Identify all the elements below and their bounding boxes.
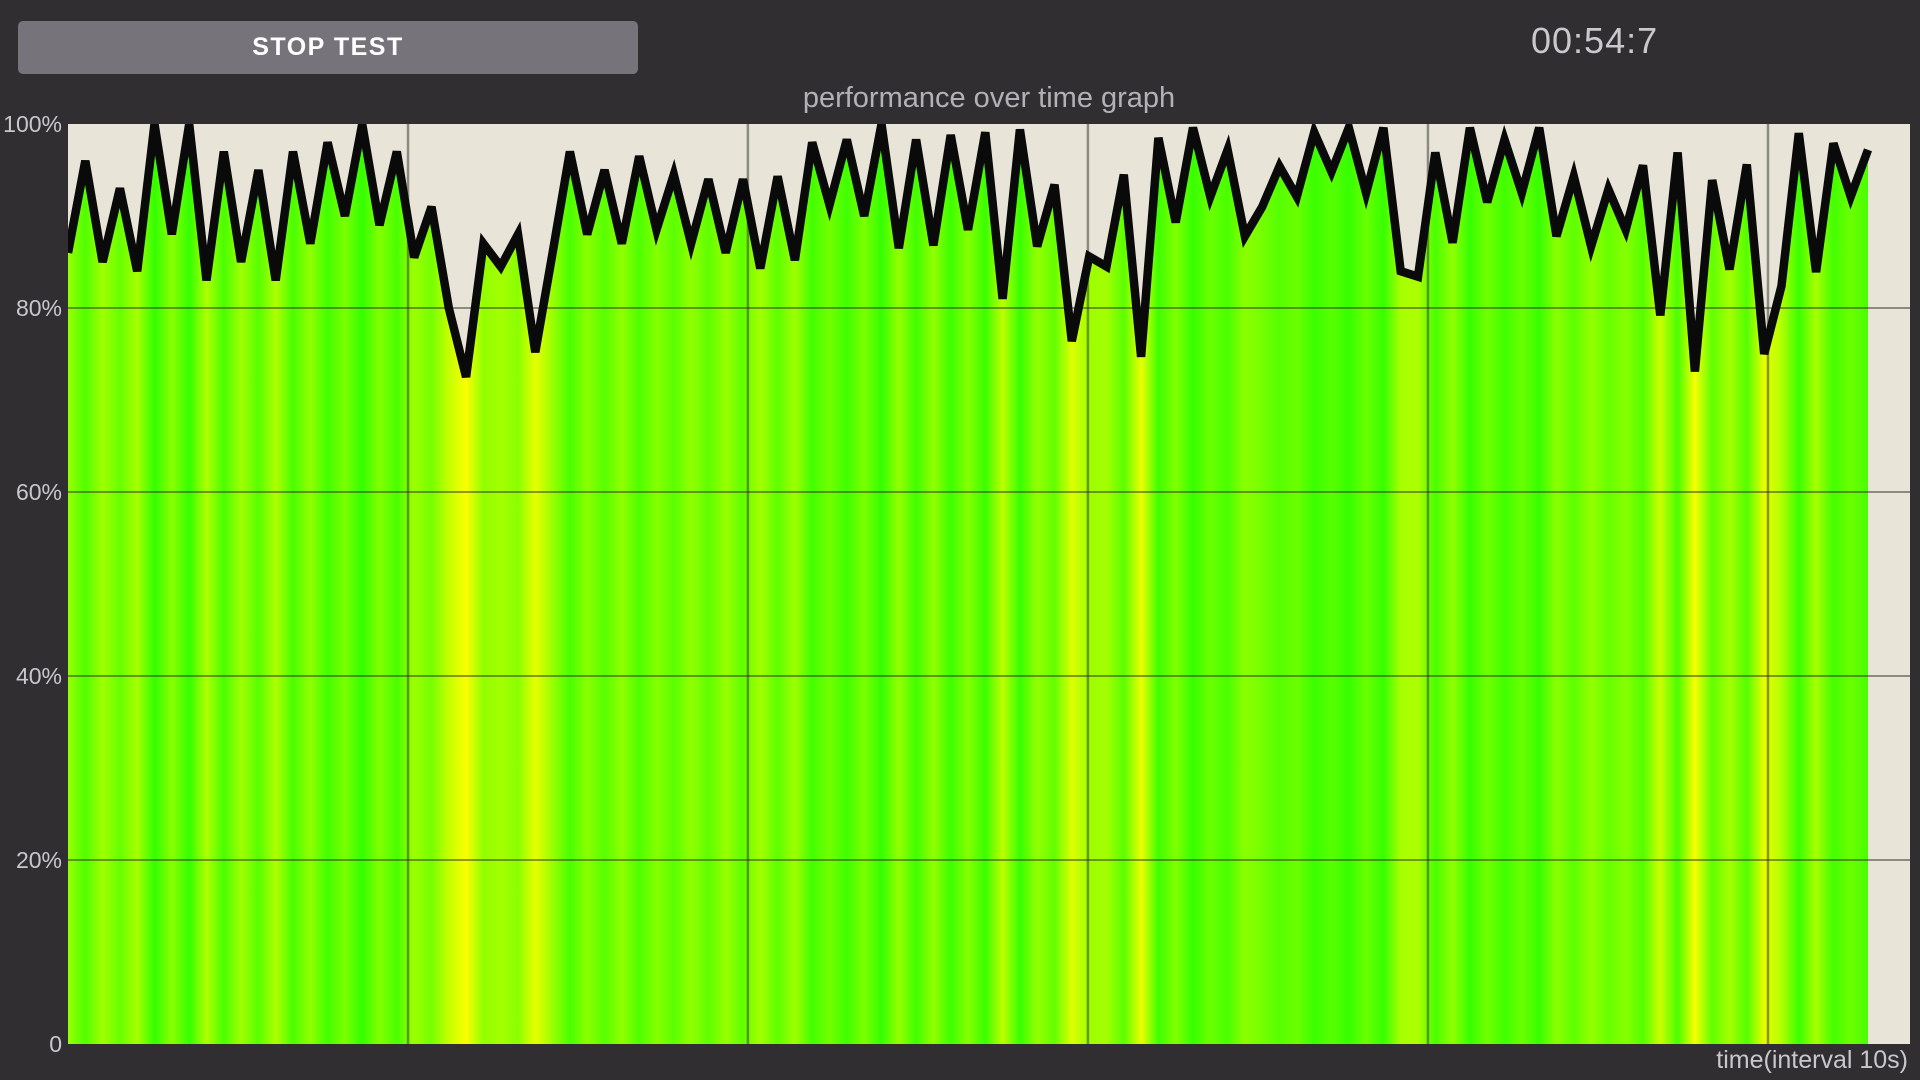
y-tick-label: 60% bbox=[0, 477, 62, 507]
y-tick-label: 100% bbox=[0, 109, 62, 139]
elapsed-time-label: 00:54:7 bbox=[1531, 20, 1658, 62]
y-tick-label: 20% bbox=[0, 845, 62, 875]
x-axis-label: time(interval 10s) bbox=[1716, 1046, 1908, 1075]
y-tick-label: 80% bbox=[0, 293, 62, 323]
performance-chart-canvas bbox=[68, 124, 1910, 1044]
y-tick-label: 0 bbox=[0, 1029, 62, 1059]
y-tick-label: 40% bbox=[0, 661, 62, 691]
stop-test-button[interactable]: STOP TEST bbox=[18, 21, 638, 74]
chart-title: performance over time graph bbox=[68, 82, 1910, 115]
performance-chart bbox=[68, 124, 1910, 1044]
